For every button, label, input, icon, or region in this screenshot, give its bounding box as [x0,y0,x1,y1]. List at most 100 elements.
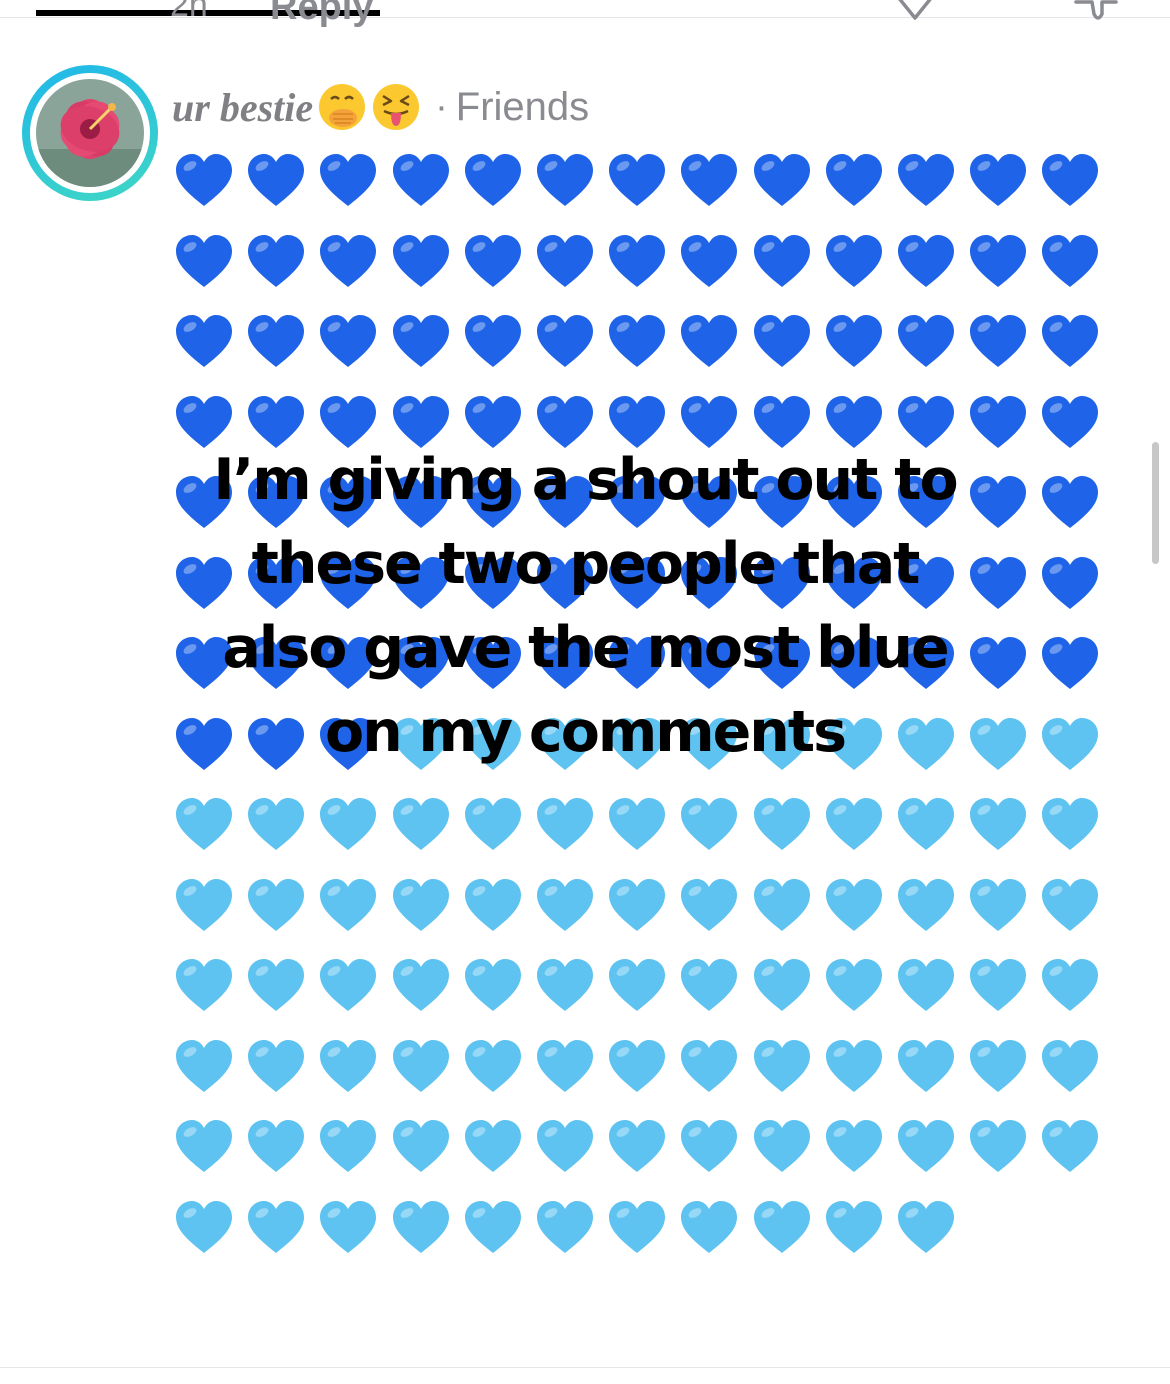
scrollbar[interactable] [1152,442,1159,564]
light-blue-heart-emoji-icon [681,959,738,1011]
light-blue-heart-emoji-icon [609,878,666,931]
blue-heart-emoji-icon [825,154,882,206]
light-blue-heart-emoji-icon [898,798,954,850]
blue-heart-emoji-icon [1042,315,1099,367]
light-blue-heart-emoji-icon [320,1039,377,1092]
blue-heart-emoji-icon [1042,556,1099,609]
light-blue-heart-emoji-icon [537,1039,593,1092]
blue-heart-emoji-icon [681,315,738,367]
light-blue-heart-emoji-icon [464,1039,521,1092]
blue-heart-emoji-icon [825,234,882,287]
blue-heart-emoji-icon [681,234,738,287]
blue-heart-emoji-icon [392,154,449,206]
light-blue-heart-emoji-icon [753,1039,810,1092]
light-blue-heart-emoji-icon [1042,717,1099,770]
light-blue-heart-emoji-icon [753,798,810,850]
light-blue-heart-emoji-icon [609,798,666,850]
blue-heart-emoji-icon [176,234,232,287]
light-blue-heart-emoji-icon [681,1039,738,1092]
light-blue-heart-emoji-icon [825,1120,882,1172]
blue-heart-emoji-icon [1042,154,1099,206]
light-blue-heart-emoji-icon [825,959,882,1011]
blue-heart-emoji-icon [176,315,232,367]
blue-heart-emoji-icon [609,234,666,287]
blue-heart-emoji-icon [464,234,521,287]
light-blue-heart-emoji-icon [464,878,521,931]
blue-heart-emoji-icon [248,315,305,367]
light-blue-heart-emoji-icon [248,1120,305,1172]
light-blue-heart-emoji-icon [537,798,593,850]
light-blue-heart-emoji-icon [681,878,738,931]
light-blue-heart-emoji-icon [1042,878,1099,931]
light-blue-heart-emoji-icon [464,1200,521,1253]
blue-heart-emoji-icon [898,234,954,287]
light-blue-heart-emoji-icon [609,1200,666,1253]
blue-heart-emoji-icon [320,154,377,206]
blue-heart-emoji-icon [609,154,666,206]
blue-heart-emoji-icon [825,315,882,367]
light-blue-heart-emoji-icon [609,1039,666,1092]
light-blue-heart-emoji-icon [970,1120,1027,1172]
video-overlay-caption: I’m giving a shout out to these two peop… [160,438,1010,774]
light-blue-heart-emoji-icon [176,959,232,1011]
light-blue-heart-emoji-icon [753,959,810,1011]
light-blue-heart-emoji-icon [970,959,1027,1011]
blue-heart-emoji-icon [464,154,521,206]
light-blue-heart-emoji-icon [825,878,882,931]
light-blue-heart-emoji-icon [320,1200,377,1253]
light-blue-heart-emoji-icon [681,1200,738,1253]
light-blue-heart-emoji-icon [392,959,449,1011]
light-blue-heart-emoji-icon [537,1120,593,1172]
light-blue-heart-emoji-icon [970,878,1027,931]
blue-heart-emoji-icon [392,234,449,287]
light-blue-heart-emoji-icon [537,878,593,931]
blue-heart-emoji-icon [970,234,1027,287]
light-blue-heart-emoji-icon [320,878,377,931]
caption-line-4: on my comments [324,699,847,765]
light-blue-heart-emoji-icon [681,798,738,850]
light-blue-heart-emoji-icon [753,1200,810,1253]
light-blue-heart-emoji-icon [681,1120,738,1172]
blue-heart-emoji-icon [970,315,1027,367]
light-blue-heart-emoji-icon [825,1200,882,1253]
blue-heart-emoji-icon [753,315,810,367]
light-blue-heart-emoji-icon [176,1200,232,1253]
light-blue-heart-emoji-icon [176,1039,232,1092]
light-blue-heart-emoji-icon [753,1120,810,1172]
light-blue-heart-emoji-icon [898,1200,954,1253]
light-blue-heart-emoji-icon [970,1039,1027,1092]
light-blue-heart-emoji-icon [898,878,954,931]
blue-heart-emoji-icon [898,154,954,206]
light-blue-heart-emoji-icon [248,1039,305,1092]
caption-line-3: also gave the most blue [222,615,949,681]
light-blue-heart-emoji-icon [970,798,1027,850]
blue-heart-emoji-icon [1042,234,1099,287]
light-blue-heart-emoji-icon [320,798,377,850]
light-blue-heart-emoji-icon [392,1120,449,1172]
light-blue-heart-emoji-icon [1042,798,1099,850]
light-blue-heart-emoji-icon [464,959,521,1011]
blue-heart-emoji-icon [537,154,593,206]
blue-heart-emoji-icon [753,154,810,206]
light-blue-heart-emoji-icon [898,1039,954,1092]
light-blue-heart-emoji-icon [320,959,377,1011]
light-blue-heart-emoji-icon [537,1200,593,1253]
light-blue-heart-emoji-icon [825,1039,882,1092]
blue-heart-emoji-icon [176,154,232,206]
light-blue-heart-emoji-icon [176,1120,232,1172]
light-blue-heart-emoji-icon [825,798,882,850]
caption-line-1: I’m giving a shout out to [213,447,958,513]
light-blue-heart-emoji-icon [392,1039,449,1092]
light-blue-heart-emoji-icon [753,878,810,931]
blue-heart-emoji-icon [898,315,954,367]
light-blue-heart-emoji-icon [248,1200,305,1253]
light-blue-heart-emoji-icon [1042,959,1099,1011]
blue-heart-emoji-icon [537,315,593,367]
blue-heart-emoji-icon [1042,637,1099,689]
blue-heart-emoji-icon [681,154,738,206]
blue-heart-emoji-icon [464,315,521,367]
blue-heart-emoji-icon [320,315,377,367]
light-blue-heart-emoji-icon [609,959,666,1011]
light-blue-heart-emoji-icon [464,1120,521,1172]
light-blue-heart-emoji-icon [537,959,593,1011]
